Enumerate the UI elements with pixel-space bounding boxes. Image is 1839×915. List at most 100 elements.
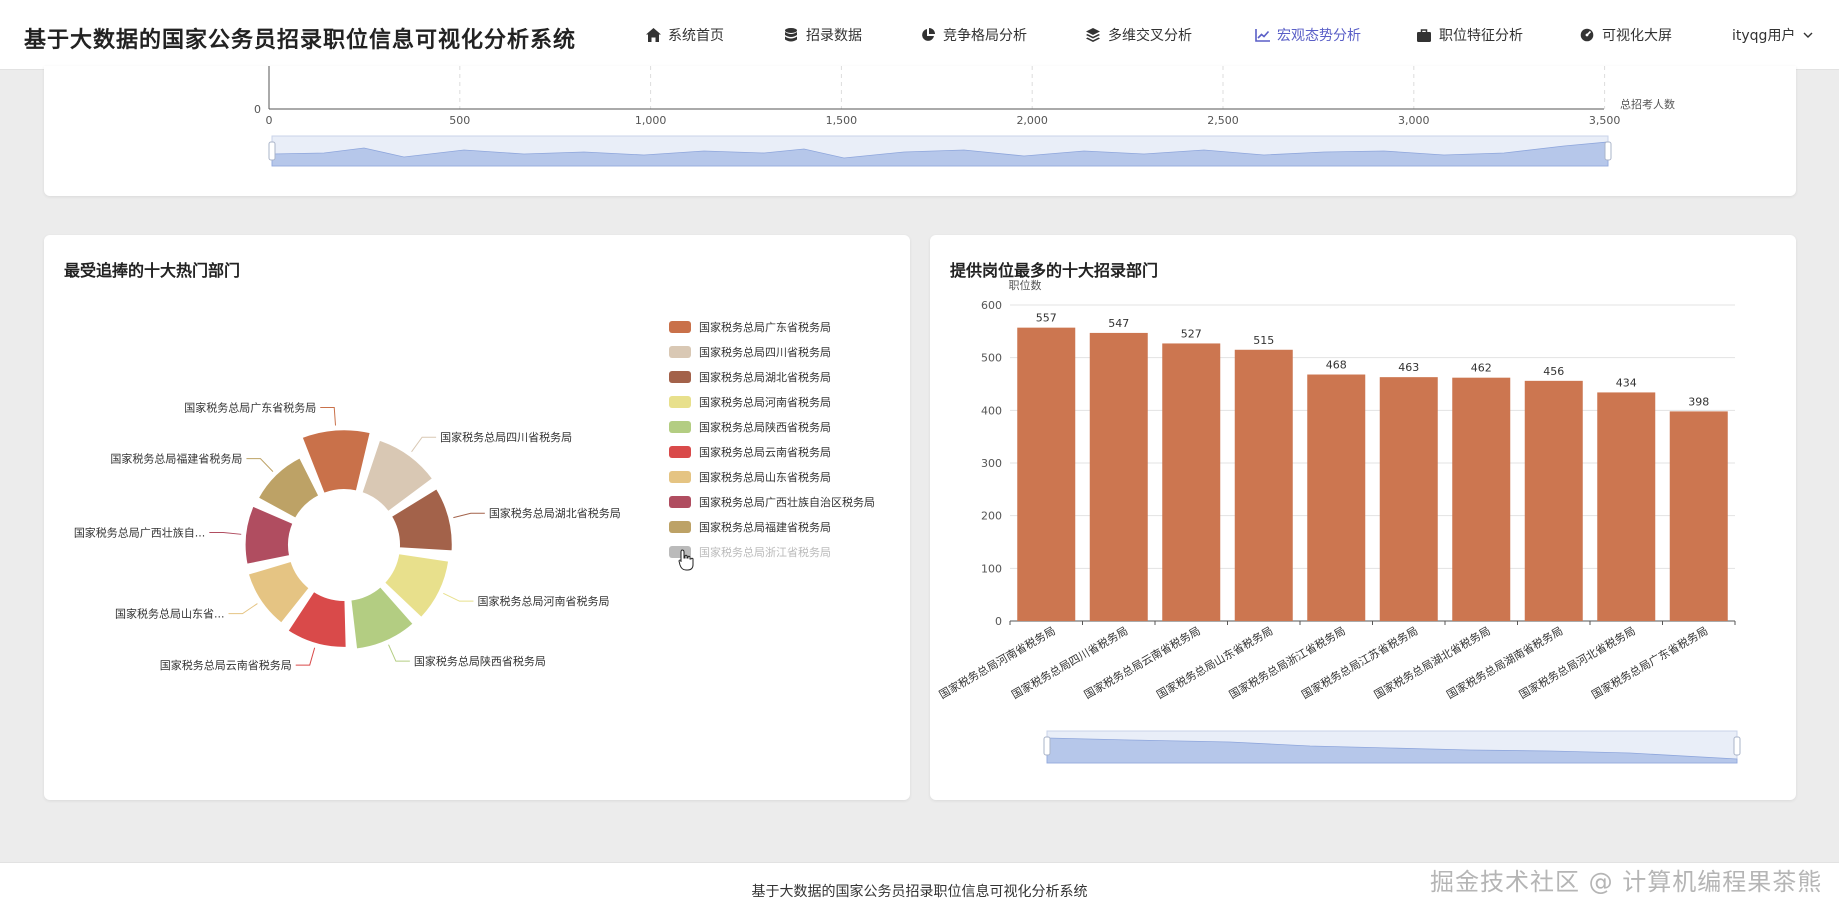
top-x-tick: 3,000 xyxy=(1398,114,1430,127)
legend-label: 国家税务总局山东省税务局 xyxy=(699,470,831,484)
legend-swatch xyxy=(669,521,691,533)
chevron-down-icon xyxy=(1803,27,1813,43)
bar[interactable] xyxy=(1669,411,1728,621)
legend-item[interactable]: 国家税务总局广东省税务局 xyxy=(669,320,831,334)
pie-label-line xyxy=(320,407,337,426)
bar-x-tick-label: 国家税务总局四川省税务局 xyxy=(1009,623,1130,701)
legend-label: 国家税务总局福建省税务局 xyxy=(699,520,831,534)
legend-swatch xyxy=(669,371,691,383)
top-x-tick: 1,500 xyxy=(826,114,858,127)
bar-data-label: 468 xyxy=(1326,359,1347,372)
nav-home[interactable]: 系统首页 xyxy=(644,0,724,70)
bar-y-tick: 0 xyxy=(995,615,1002,628)
bar-data-label: 463 xyxy=(1398,361,1419,374)
nav-home-label: 系统首页 xyxy=(668,28,724,44)
bar-data-label: 557 xyxy=(1036,312,1057,325)
pie-label-line xyxy=(443,592,474,602)
bar-y-tick: 300 xyxy=(981,457,1002,470)
legend-label: 国家税务总局四川省税务局 xyxy=(699,345,831,359)
top-recruit-departments-title: 提供岗位最多的十大招录部门 xyxy=(950,261,1159,280)
bar[interactable] xyxy=(1452,377,1511,621)
pie-slice[interactable] xyxy=(256,456,321,520)
legend-swatch xyxy=(669,321,691,333)
legend-label: 国家税务总局河南省税务局 xyxy=(699,395,831,409)
pie-slice-label: 国家税务总局山东省... xyxy=(115,607,225,621)
nav-multidim[interactable]: 多维交叉分析 xyxy=(1084,0,1192,70)
top-chart-gridlines xyxy=(459,66,1606,109)
legend-item[interactable]: 国家税务总局陕西省税务局 xyxy=(669,420,831,434)
bar[interactable] xyxy=(1597,392,1656,621)
bar[interactable] xyxy=(1307,374,1366,621)
bar-x-tick-label: 国家税务总局浙江省税务局 xyxy=(1226,623,1347,701)
pie-label-line xyxy=(209,531,242,535)
legend-swatch xyxy=(669,346,691,358)
bar[interactable] xyxy=(1017,327,1076,621)
bar-x-tick-label: 国家税务总局广东省税务局 xyxy=(1589,623,1710,701)
bar-data-label: 527 xyxy=(1181,327,1202,340)
pie-slice-label: 国家税务总局云南省税务局 xyxy=(160,658,292,672)
top-datazoom-handle-left[interactable] xyxy=(268,141,276,161)
bar-x-tick-label: 国家税务总局河北省税务局 xyxy=(1516,623,1637,701)
legend-item[interactable]: 国家税务总局福建省税务局 xyxy=(669,520,831,534)
legend-swatch xyxy=(669,496,691,508)
bar[interactable] xyxy=(1089,332,1148,621)
nav-recruit-data[interactable]: 招录数据 xyxy=(782,0,862,70)
bar[interactable] xyxy=(1162,343,1221,621)
pie-label-line xyxy=(388,644,410,662)
nav-position-features-label: 职位特征分析 xyxy=(1439,28,1523,44)
bar-datazoom-handle-left[interactable] xyxy=(1043,736,1051,756)
nav-position-features[interactable]: 职位特征分析 xyxy=(1415,0,1523,70)
legend-item[interactable]: 国家税务总局四川省税务局 xyxy=(669,345,831,359)
user-name: ityqg用户 xyxy=(1732,28,1796,44)
bar-y-tick: 100 xyxy=(981,562,1002,575)
bar[interactable] xyxy=(1379,377,1438,621)
top-chart-x-ticks: 0 500 1,000 1,500 2,000 2,500 3,000 3,50… xyxy=(266,114,1621,127)
nav-multidim-label: 多维交叉分析 xyxy=(1108,28,1192,44)
top-chart-x-axis-name: 总招考人数 xyxy=(1620,97,1675,111)
bar-data-label: 462 xyxy=(1471,362,1492,375)
nav-recruit-data-label: 招录数据 xyxy=(806,28,862,44)
legend-item[interactable]: 国家税务总局云南省税务局 xyxy=(669,445,831,459)
bar-data-label: 515 xyxy=(1253,334,1274,347)
pie-label-line xyxy=(246,458,274,472)
bar[interactable] xyxy=(1234,349,1293,621)
top-x-tick: 2,500 xyxy=(1207,114,1239,127)
bar-data-label: 434 xyxy=(1616,376,1637,389)
pie-slice-label: 国家税务总局四川省税务局 xyxy=(440,430,572,444)
legend-item[interactable]: 国家税务总局浙江省税务局 xyxy=(669,545,831,559)
pie-chart-icon xyxy=(919,26,937,44)
nav-macro-trend[interactable]: 宏观态势分析 xyxy=(1249,0,1365,70)
legend-item[interactable]: 国家税务总局河南省税务局 xyxy=(669,395,831,409)
bar-datazoom-slider[interactable] xyxy=(1043,730,1741,764)
legend-item[interactable]: 国家税务总局山东省税务局 xyxy=(669,470,831,484)
bar-y-tick: 500 xyxy=(981,352,1002,365)
legend-label: 国家税务总局浙江省税务局 xyxy=(699,545,831,559)
legend-swatch xyxy=(669,471,691,483)
bar-x-tick-label: 国家税务总局河南省税务局 xyxy=(936,623,1057,701)
legend-label: 国家税务总局广西壮族自治区税务局 xyxy=(699,495,875,509)
bar[interactable] xyxy=(1524,380,1583,621)
database-icon xyxy=(782,26,800,44)
nav-dashboard-label: 可视化大屏 xyxy=(1602,28,1672,44)
legend-item[interactable]: 国家税务总局湖北省税务局 xyxy=(669,370,831,384)
bar-y-tick: 400 xyxy=(981,404,1002,417)
bar-x-tick-label: 国家税务总局湖北省税务局 xyxy=(1371,623,1492,701)
nav-dashboard[interactable]: 可视化大屏 xyxy=(1578,0,1672,70)
nav-competition[interactable]: 竞争格局分析 xyxy=(919,0,1027,70)
pie-slice-label: 国家税务总局湖北省税务局 xyxy=(489,506,621,520)
top-datazoom-slider[interactable] xyxy=(268,135,1612,167)
pie-slice-label: 国家税务总局河南省税务局 xyxy=(477,594,609,608)
bar-datazoom-handle-right[interactable] xyxy=(1733,736,1741,756)
pie-label-line xyxy=(411,436,437,453)
bar-data-label: 547 xyxy=(1108,317,1129,330)
bar-x-tick-label: 国家税务总局云南省税务局 xyxy=(1081,623,1202,701)
top-x-tick: 3,500 xyxy=(1589,114,1621,127)
top-datazoom-handle-right[interactable] xyxy=(1604,141,1612,161)
legend-label: 国家税务总局广东省税务局 xyxy=(699,320,831,334)
top-chart-card: 0 0 500 1,000 1,500 2,000 2,500 3,000 3,… xyxy=(44,66,1796,196)
bar-chart: 职位数0100200300400500600557国家税务总局河南省税务局547… xyxy=(936,278,1741,764)
user-menu[interactable]: ityqg用户 xyxy=(1732,0,1813,70)
bar-x-tick-label: 国家税务总局山东省税务局 xyxy=(1154,623,1275,701)
legend-item[interactable]: 国家税务总局广西壮族自治区税务局 xyxy=(669,495,875,509)
bar-data-label: 456 xyxy=(1543,365,1564,378)
